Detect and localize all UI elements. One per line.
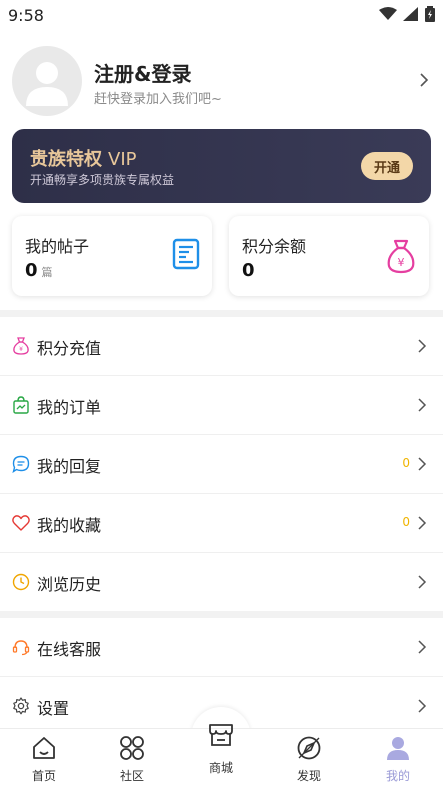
menu-label: 设置 bbox=[37, 699, 70, 718]
stat-unit: 篇 bbox=[41, 266, 53, 279]
svg-text:¥: ¥ bbox=[19, 346, 23, 353]
menu-label: 我的收藏 bbox=[37, 516, 102, 535]
profile-login-title[interactable]: 注册&登录 bbox=[94, 58, 191, 87]
default-avatar-icon bbox=[26, 62, 68, 106]
chevron-right-icon bbox=[418, 516, 427, 530]
tab-label: 我的 bbox=[385, 769, 410, 783]
chevron-right-icon bbox=[418, 339, 427, 353]
stat-label: 我的帖子 bbox=[25, 237, 90, 256]
profile-header[interactable]: 注册&登录 赶快登录加入我们吧~ bbox=[0, 40, 443, 125]
menu-label: 我的回复 bbox=[37, 457, 102, 476]
stat-value: 0 bbox=[242, 260, 255, 281]
section-separator bbox=[0, 310, 443, 317]
wifi-icon bbox=[379, 7, 397, 20]
avatar[interactable] bbox=[12, 46, 82, 116]
signal-icon bbox=[403, 7, 418, 21]
vip-title-text: 贵族特权 bbox=[30, 149, 102, 170]
chevron-right-icon bbox=[418, 575, 427, 589]
stat-label: 积分余额 bbox=[242, 237, 307, 256]
vip-badge-text: VIP bbox=[108, 149, 137, 170]
menu-item-favorites[interactable]: 我的收藏 0 bbox=[0, 494, 443, 552]
menu-item-replies[interactable]: 我的回复 0 bbox=[0, 435, 443, 493]
tab-mine[interactable]: 我的 bbox=[368, 735, 428, 784]
count-badge: 0 bbox=[402, 456, 410, 470]
menu-item-history[interactable]: 浏览历史 bbox=[0, 553, 443, 611]
stat-card-points[interactable]: 积分余额 0 ¥ bbox=[229, 216, 429, 296]
tab-store[interactable]: 商城 bbox=[191, 721, 251, 776]
section-separator bbox=[0, 611, 443, 618]
chevron-right-icon[interactable] bbox=[419, 72, 429, 88]
tab-discover[interactable]: 发现 bbox=[279, 735, 339, 784]
menu-label: 浏览历史 bbox=[37, 575, 102, 594]
chat-icon bbox=[12, 455, 30, 473]
status-bar: 9:58 bbox=[0, 0, 443, 32]
tab-label: 社区 bbox=[119, 769, 144, 783]
menu-item-support[interactable]: 在线客服 bbox=[0, 618, 443, 676]
gear-icon bbox=[13, 697, 29, 715]
tab-community[interactable]: 社区 bbox=[102, 735, 162, 784]
vip-title: 贵族特权 VIP bbox=[30, 145, 136, 171]
discover-icon bbox=[297, 736, 321, 760]
vip-open-button[interactable]: 开通 bbox=[361, 152, 413, 180]
document-icon bbox=[172, 238, 200, 270]
bag-icon bbox=[13, 396, 29, 414]
svg-text:¥: ¥ bbox=[398, 256, 405, 269]
chevron-right-icon bbox=[418, 398, 427, 412]
menu-label: 积分充值 bbox=[37, 339, 102, 358]
profile-subtitle: 赶快登录加入我们吧~ bbox=[94, 92, 222, 107]
status-icons bbox=[379, 6, 435, 22]
money-bag-icon: ¥ bbox=[13, 337, 29, 355]
count-badge: 0 bbox=[402, 515, 410, 529]
bottom-tab-bar: 首页 社区 商城 发现 我的 bbox=[0, 724, 443, 788]
menu-item-orders[interactable]: 我的订单 bbox=[0, 376, 443, 434]
tab-label: 首页 bbox=[31, 769, 56, 783]
user-icon bbox=[387, 737, 409, 760]
home-icon bbox=[33, 737, 55, 759]
tab-home[interactable]: 首页 bbox=[14, 735, 74, 784]
vip-card[interactable]: 贵族特权 VIP 开通畅享多项贵族专属权益 开通 bbox=[12, 129, 431, 203]
heart-icon bbox=[12, 515, 30, 531]
chevron-right-icon bbox=[418, 640, 427, 654]
store-icon bbox=[209, 724, 233, 746]
chevron-right-icon bbox=[418, 699, 427, 713]
money-bag-icon: ¥ bbox=[387, 239, 415, 274]
menu-label: 我的订单 bbox=[37, 398, 102, 417]
battery-icon bbox=[425, 6, 435, 22]
status-time: 9:58 bbox=[8, 6, 44, 25]
stat-value: 0篇 bbox=[25, 260, 53, 281]
stat-card-posts[interactable]: 我的帖子 0篇 bbox=[12, 216, 212, 296]
menu-label: 在线客服 bbox=[37, 640, 102, 659]
tab-label: 商城 bbox=[208, 761, 233, 775]
community-icon bbox=[120, 736, 144, 760]
menu-item-recharge[interactable]: ¥ 积分充值 bbox=[0, 317, 443, 375]
clock-icon bbox=[12, 573, 30, 591]
vip-description: 开通畅享多项贵族专属权益 bbox=[30, 173, 175, 187]
support-icon bbox=[12, 640, 30, 656]
chevron-right-icon bbox=[418, 457, 427, 471]
tab-label: 发现 bbox=[296, 769, 321, 783]
